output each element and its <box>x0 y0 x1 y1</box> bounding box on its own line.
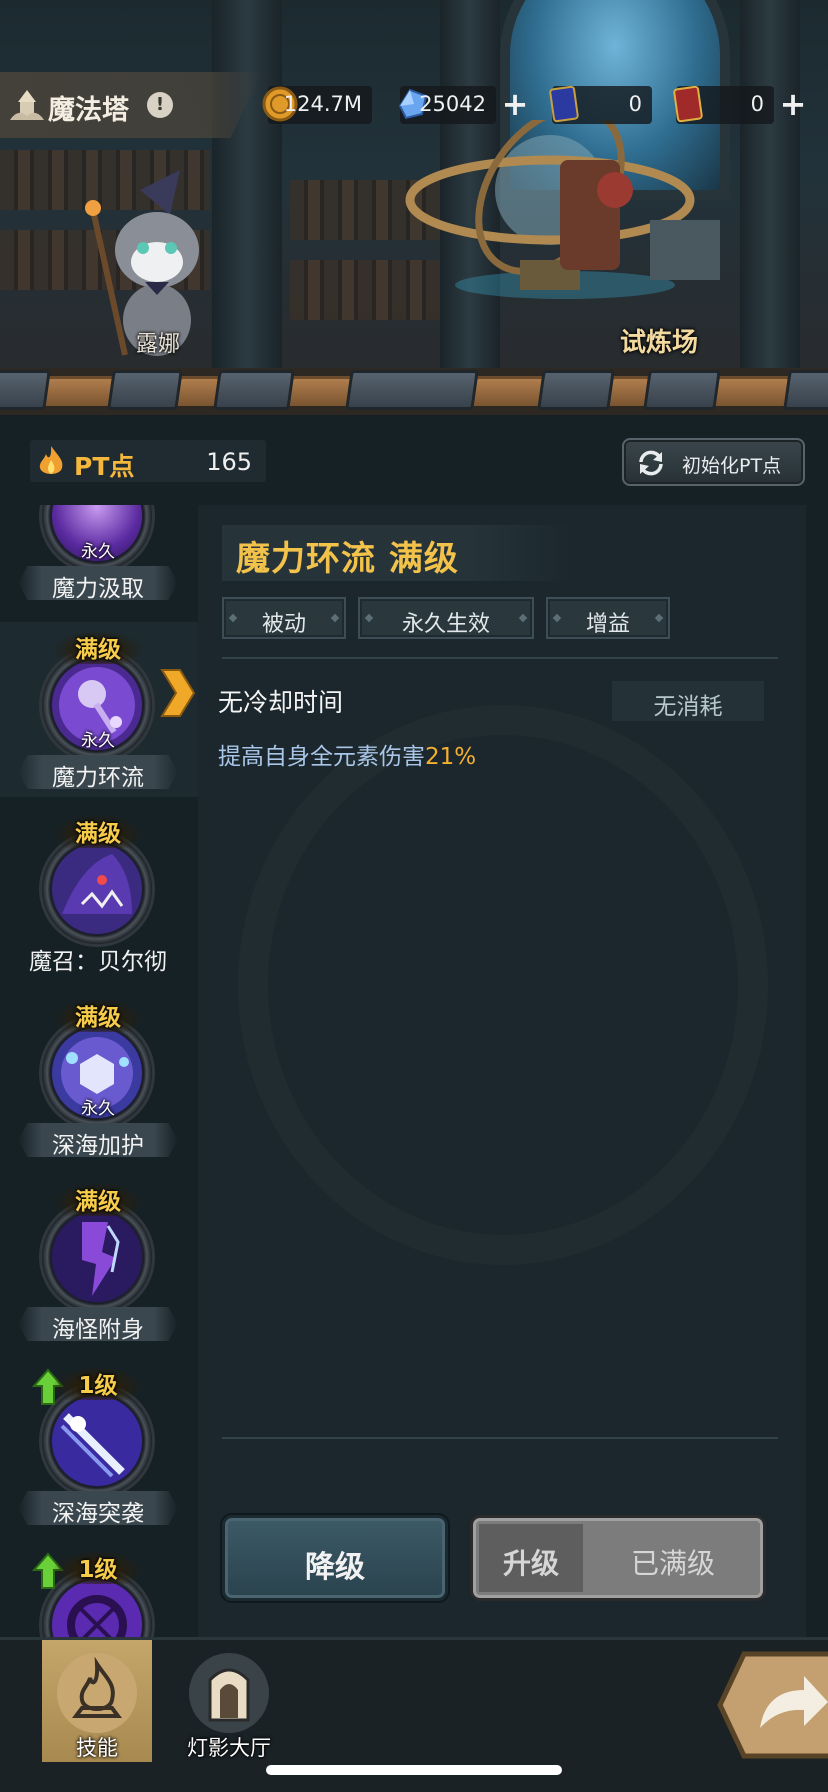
armillary-globe <box>405 120 720 299</box>
top-bar: 魔法塔 ! 124.7M 25042 + 0 0 + <box>0 72 828 138</box>
location-title: 魔法塔 <box>48 95 129 126</box>
skill-item[interactable]: 永久 魔力汲取 <box>0 505 198 608</box>
pillar <box>740 0 800 375</box>
upgrade-button-disabled[interactable]: 升级 已满级 <box>470 1515 766 1601</box>
divider <box>222 1437 778 1439</box>
gold-resource: 124.7M <box>262 86 372 124</box>
sea-monster-possession-icon <box>52 1212 142 1302</box>
reset-pt-label: 初始化PT点 <box>682 455 782 477</box>
character-name: 露娜 <box>135 332 180 357</box>
divider <box>222 657 778 659</box>
pt-points-box: PT点 165 <box>30 440 266 482</box>
skill-description: 提高自身全元素伤害21% <box>218 744 477 770</box>
skill-name: 魔力环流 <box>52 765 144 791</box>
tag-buff: 增益 <box>546 597 670 639</box>
skill-level-badge: 1级 <box>52 1550 144 1584</box>
skill-level-badge: 1级 <box>52 1366 144 1400</box>
gold-ticket-icon <box>673 85 703 123</box>
skill-name: 魔召：贝尔彻 <box>29 949 167 975</box>
skill-flame-icon <box>57 1653 137 1733</box>
gold-ticket-resource: 0 + <box>673 85 806 124</box>
upgrade-label: 升级 <box>502 1547 559 1580</box>
downgrade-label: 降级 <box>305 1550 365 1585</box>
emblem-watermark <box>238 705 768 1265</box>
skill-item[interactable]: 满级 海怪附身 <box>0 1174 198 1349</box>
skill-perm-label: 永久 <box>81 1099 115 1119</box>
crystal-value: 25042 <box>419 92 486 116</box>
home-indicator <box>266 1765 562 1775</box>
info-icon[interactable]: ! <box>147 92 173 118</box>
maxed-label: 已满级 <box>630 1547 715 1580</box>
pt-value: 165 <box>206 448 252 476</box>
tag-passive: 被动 <box>222 597 346 639</box>
skill-title: 魔力环流 满级 <box>236 539 459 579</box>
go-forward-arrow-icon[interactable] <box>716 1650 828 1760</box>
crystal-resource: 25042 + <box>398 86 528 124</box>
gold-value: 124.7M <box>283 92 362 116</box>
skill-level-badge: 满级 <box>52 1182 144 1216</box>
sea-monster-summon-icon <box>52 844 142 934</box>
damage-bonus-value: 21% <box>425 744 477 770</box>
skill-level-badge: 满级 <box>52 630 144 664</box>
blue-ticket-resource: 0 <box>549 85 652 124</box>
skill-name: 深海加护 <box>52 1133 144 1159</box>
skill-level-badge: 满级 <box>52 814 144 848</box>
skill-item[interactable]: 1级 深海突袭 <box>0 1358 198 1533</box>
blue-ticket-value: 0 <box>628 92 642 116</box>
cost-text: 无消耗 <box>653 694 723 720</box>
scene-background: 露娜 试炼场 <box>0 0 828 415</box>
trial-ground-label[interactable]: 试炼场 <box>620 322 698 359</box>
skill-name: 海怪附身 <box>52 1317 144 1343</box>
selected-chevron-icon <box>160 669 196 717</box>
flame-icon <box>39 446 63 474</box>
skill-detail-panel: 魔力环流 满级 被动 永久生效 增益 无冷却时间 无消耗 提高自身全元素伤害21… <box>198 505 806 1637</box>
skill-name: 魔力汲取 <box>52 576 144 602</box>
reset-pt-button[interactable]: 初始化PT点 <box>622 438 805 486</box>
nav-label: 灯影大厅 <box>187 1736 271 1760</box>
downgrade-button[interactable]: 降级 <box>222 1515 448 1601</box>
skill-level-badge: 满级 <box>52 998 144 1032</box>
skill-item[interactable]: 满级 魔召：贝尔彻 <box>0 806 198 981</box>
skill-item[interactable]: 1级 <box>0 1542 198 1637</box>
add-gold-ticket-button[interactable]: + <box>776 88 810 122</box>
nav-label: 技能 <box>76 1736 118 1760</box>
blue-ticket-icon <box>549 85 579 123</box>
gold-ticket-value: 0 <box>750 92 764 116</box>
skill-name: 深海突袭 <box>52 1501 144 1527</box>
refresh-icon <box>639 450 663 476</box>
pillar <box>212 0 282 375</box>
pt-label: PT点 <box>74 452 135 481</box>
tag-permanent: 永久生效 <box>358 597 534 639</box>
skill-perm-label: 永久 <box>81 542 115 562</box>
skill-item[interactable]: 满级 永久 深海加护 <box>0 990 198 1165</box>
lamp-hall-icon <box>189 1653 269 1733</box>
cooldown-text: 无冷却时间 <box>218 688 344 717</box>
nav-lamp-hall-tab[interactable]: 灯影大厅 <box>174 1640 284 1762</box>
tower-icon <box>10 90 44 120</box>
cost-box: 无消耗 <box>612 681 764 721</box>
floor <box>0 368 828 415</box>
skill-perm-label: 永久 <box>81 731 115 751</box>
nav-skills-tab[interactable]: 技能 <box>42 1640 152 1762</box>
add-crystal-button[interactable]: + <box>498 88 532 122</box>
deep-sea-assault-icon <box>52 1396 142 1486</box>
